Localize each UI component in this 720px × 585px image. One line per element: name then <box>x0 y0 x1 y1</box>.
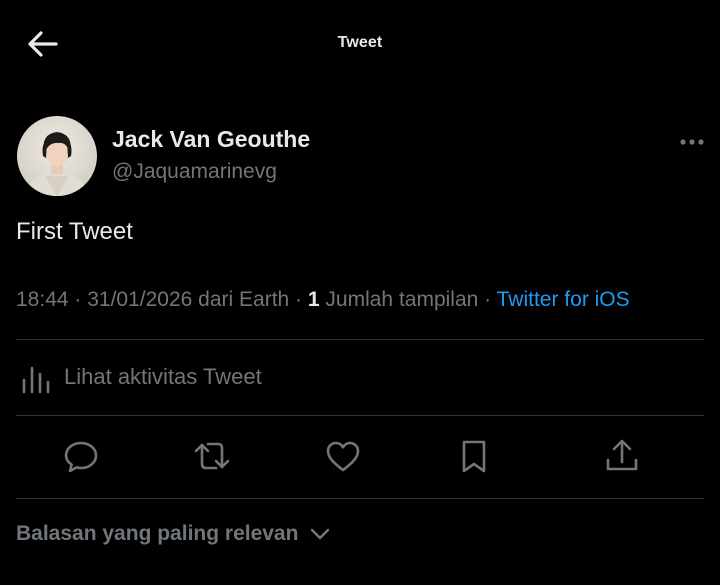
tweet-activity-button[interactable]: Lihat aktivitas Tweet <box>16 356 356 400</box>
tweet-date-location[interactable]: 31/01/2026 dari Earth <box>87 288 289 311</box>
views-label: Jumlah tampilan <box>319 288 479 311</box>
author-display-name[interactable]: Jack Van Geouthe <box>112 126 310 153</box>
more-options-button[interactable] <box>675 130 709 154</box>
author-handle[interactable]: @Jaquamarinevg <box>112 160 277 184</box>
bookmark-icon <box>462 440 486 473</box>
divider <box>16 339 704 340</box>
tweet-time[interactable]: 18:44 <box>16 288 69 311</box>
like-button[interactable] <box>323 436 363 476</box>
view-count: 1 <box>307 288 320 311</box>
top-bar: Tweet <box>0 0 720 90</box>
replies-sort-dropdown[interactable]: Balasan yang paling relevan <box>16 522 331 554</box>
tweet-source-link[interactable]: Twitter for iOS <box>497 288 630 311</box>
reply-icon <box>64 441 98 473</box>
analytics-icon <box>22 366 50 394</box>
retweet-icon <box>194 442 230 470</box>
divider <box>16 498 704 499</box>
tweet-text: First Tweet <box>16 218 133 245</box>
bookmark-button[interactable] <box>454 436 494 476</box>
share-button[interactable] <box>602 436 642 476</box>
divider <box>16 415 704 416</box>
replies-sort-label: Balasan yang paling relevan <box>16 522 299 545</box>
meta-separator: · <box>289 288 308 311</box>
page-title: Tweet <box>337 34 383 51</box>
retweet-button[interactable] <box>192 436 232 476</box>
like-icon <box>326 441 360 472</box>
avatar[interactable] <box>17 116 97 196</box>
reply-button[interactable] <box>61 436 101 476</box>
tweet-activity-label: Lihat aktivitas Tweet <box>64 364 262 389</box>
meta-separator: · <box>478 288 497 311</box>
meta-separator: · <box>68 288 88 311</box>
more-horizontal-icon <box>680 139 704 145</box>
chevron-down-icon <box>310 528 330 540</box>
tweet-meta: 18:44 · 31/01/2026 dari Earth · 1 Jumlah… <box>16 288 630 312</box>
share-icon <box>606 439 638 471</box>
